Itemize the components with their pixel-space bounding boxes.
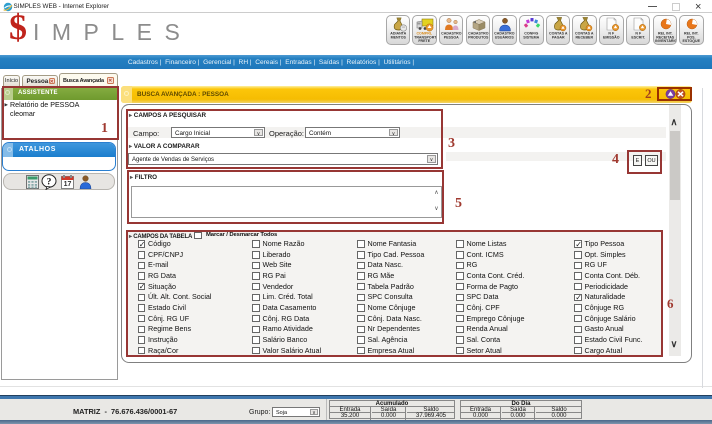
svg-text:17: 17 <box>64 181 72 188</box>
svg-text:?: ? <box>47 178 52 188</box>
